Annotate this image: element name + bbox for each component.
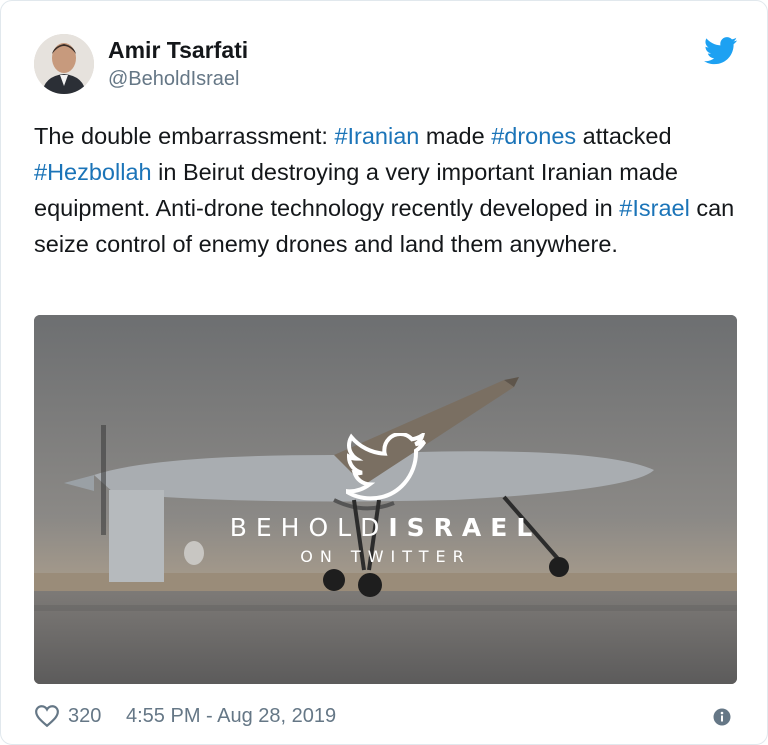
tweet-text-segment: attacked (576, 123, 672, 149)
tweet-footer: 320 4:55 PM - Aug 28, 2019 (34, 701, 739, 733)
author-name[interactable]: Amir Tsarfati (108, 37, 248, 64)
watermark-title-bold: ISRAEL (388, 513, 542, 542)
hashtag-drones[interactable]: #drones (491, 123, 576, 149)
hashtag-hezbollah[interactable]: #Hezbollah (34, 159, 152, 185)
heart-icon[interactable] (34, 704, 60, 728)
watermark-title-light: BEHOLD (229, 513, 389, 542)
hashtag-israel[interactable]: #Israel (619, 195, 690, 221)
twitter-bird-outline-icon (346, 433, 426, 501)
hashtag-iranian[interactable]: #Iranian (334, 123, 419, 149)
tweet-timestamp[interactable]: 4:55 PM - Aug 28, 2019 (126, 705, 336, 728)
beholdisrael-watermark: BEHOLDISRAEL ON TWITTER (34, 315, 737, 684)
tweet-text-segment: The double embarrassment: (34, 123, 335, 149)
info-icon[interactable] (713, 708, 731, 726)
author-avatar[interactable] (34, 34, 94, 94)
twitter-bird-icon[interactable] (704, 37, 738, 65)
watermark-subtitle: ON TWITTER (300, 547, 471, 566)
watermark-title: BEHOLDISRAEL (34, 513, 737, 542)
like-count[interactable]: 320 (68, 705, 101, 728)
embedded-tweet: Amir Tsarfati @BeholdIsrael The double e… (0, 0, 768, 745)
author-handle[interactable]: @BeholdIsrael (108, 68, 239, 91)
tweet-media-image[interactable]: BEHOLDISRAEL ON TWITTER (34, 315, 737, 684)
tweet-text-segment: made (419, 123, 492, 149)
tweet-text: The double embarrassment: #Iranian made … (34, 118, 739, 262)
